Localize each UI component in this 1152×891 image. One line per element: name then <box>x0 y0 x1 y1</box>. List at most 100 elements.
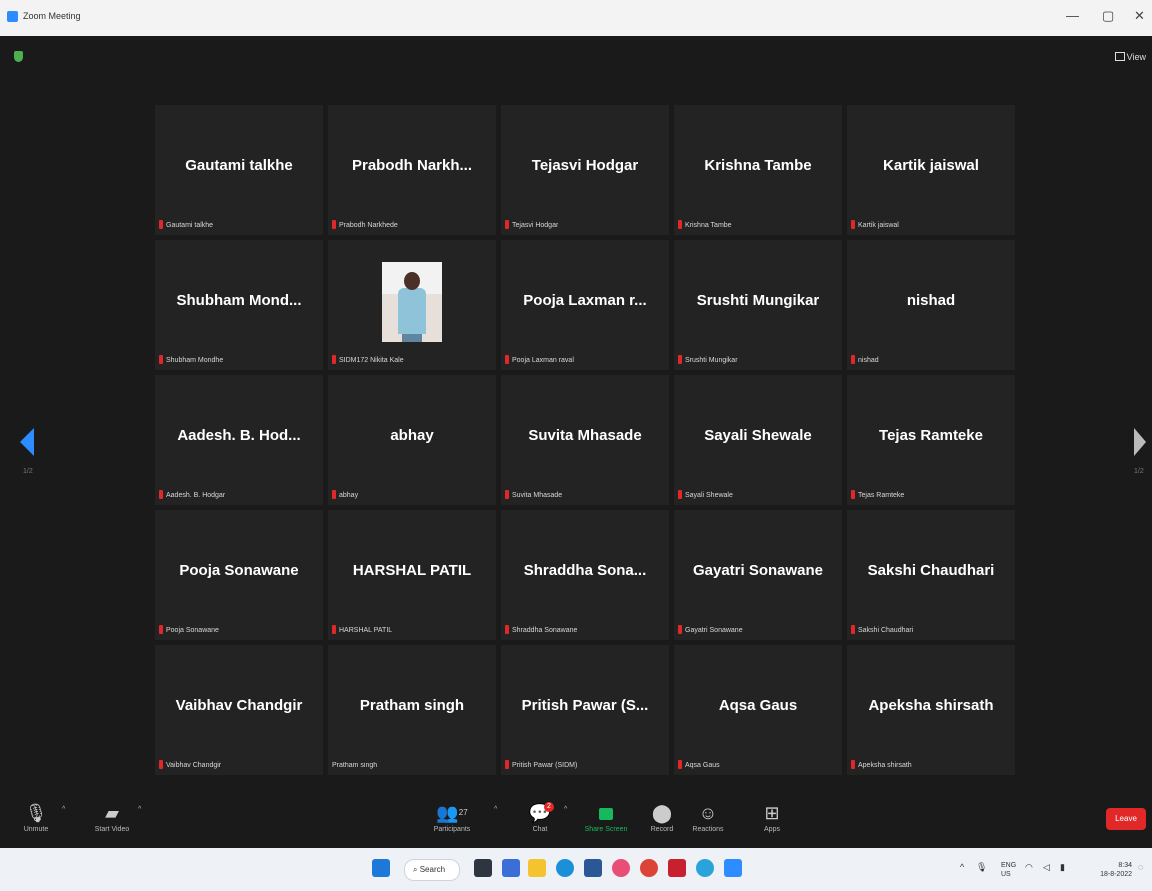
participant-name: Tejasvi Hodgar <box>531 157 639 174</box>
muted-mic-icon <box>332 625 336 634</box>
pdf-reader-icon[interactable] <box>668 859 686 877</box>
file-explorer-icon[interactable] <box>528 859 546 877</box>
participant-tile[interactable]: Suvita Mhasade Suvita Mhasade <box>501 375 669 505</box>
participant-name-tag: Pooja Laxman raval <box>505 355 574 364</box>
participant-tile[interactable]: Shubham Mond... Shubham Mondhe <box>155 240 323 370</box>
close-button[interactable]: ✕ <box>1134 8 1145 24</box>
participant-tile[interactable]: Aadesh. B. Hod... Aadesh. B. Hodgar <box>155 375 323 505</box>
participant-name-tag: Aadesh. B. Hodgar <box>159 490 225 499</box>
chat-app-icon[interactable] <box>696 859 714 877</box>
video-options-chevron-icon[interactable]: ^ <box>138 806 141 813</box>
participant-tile[interactable]: Kartik jaiswal Kartik jaiswal <box>847 105 1015 235</box>
start-video-button[interactable]: ▰ Start Video <box>84 800 140 833</box>
notification-icon[interactable]: ◌ <box>1138 862 1143 872</box>
participant-tag-label: Shubham Mondhe <box>166 357 224 364</box>
participant-tile[interactable]: Gayatri Sonawane Gayatri Sonawane <box>674 510 842 640</box>
participant-name: HARSHAL PATIL <box>352 562 472 579</box>
participant-name: Gayatri Sonawane <box>692 562 824 579</box>
participant-name-tag: nishad <box>851 355 879 364</box>
participant-tile[interactable]: Prabodh Narkh... Prabodh Narkhede <box>328 105 496 235</box>
next-page-arrow-icon[interactable] <box>1134 428 1146 456</box>
wifi-icon[interactable]: ◠ <box>1025 862 1033 873</box>
clock[interactable]: 8:34 18-8-2022 <box>1082 861 1132 879</box>
language-indicator[interactable]: ENG US <box>1001 861 1016 879</box>
title-bar: Zoom Meeting — ▢ ✕ <box>0 0 1152 36</box>
participant-tile[interactable]: abhay abhay <box>328 375 496 505</box>
participant-name: Vaibhav Chandgir <box>175 697 303 714</box>
muted-mic-icon <box>159 220 163 229</box>
region-code: US <box>1001 871 1011 878</box>
muted-mic-icon <box>159 355 163 364</box>
participant-tag-label: nishad <box>858 357 879 364</box>
participant-tile[interactable]: Srushti Mungikar Srushti Mungikar <box>674 240 842 370</box>
participant-tile[interactable]: Apeksha shirsath Apeksha shirsath <box>847 645 1015 775</box>
chat-button[interactable]: 💬 2 Chat <box>512 800 568 833</box>
participant-name-tag: HARSHAL PATIL <box>332 625 392 634</box>
muted-mic-icon <box>505 760 509 769</box>
chrome-icon[interactable] <box>640 859 658 877</box>
participant-tile[interactable]: nishad nishad <box>847 240 1015 370</box>
participant-tile[interactable]: Gautami talkhe Gautami talkhe <box>155 105 323 235</box>
reactions-button[interactable]: ☺ Reactions <box>680 800 736 833</box>
participant-tile[interactable]: Pratham singh Pratham singh <box>328 645 496 775</box>
unmute-button[interactable]: 🎙 Unmute <box>8 800 64 833</box>
chat-chevron-icon[interactable]: ^ <box>564 806 567 813</box>
mic-tray-icon[interactable]: 🎙 <box>976 862 987 873</box>
battery-icon[interactable]: ▮ <box>1060 862 1065 873</box>
participant-name-tag: Apeksha shirsath <box>851 760 912 769</box>
participant-tile[interactable]: Sakshi Chaudhari Sakshi Chaudhari <box>847 510 1015 640</box>
muted-mic-icon <box>851 355 855 364</box>
participant-tile[interactable]: Pritish Pawar (S... Pritish Pawar (SIDM) <box>501 645 669 775</box>
windows-start-icon[interactable] <box>372 859 390 877</box>
participants-icon: 👥 <box>436 803 459 823</box>
media-app-icon[interactable] <box>612 859 630 877</box>
previous-page-arrow-icon[interactable] <box>20 428 34 456</box>
widgets-icon[interactable] <box>502 859 520 877</box>
participant-tile[interactable]: Pooja Sonawane Pooja Sonawane <box>155 510 323 640</box>
participant-tile[interactable]: Tejas Ramteke Tejas Ramteke <box>847 375 1015 505</box>
taskbar-search-box[interactable]: ⌕ Search <box>404 859 460 881</box>
participant-tile[interactable]: Shraddha Sona... Shraddha Sonawane <box>501 510 669 640</box>
participant-name: Prabodh Narkh... <box>351 157 473 174</box>
view-button[interactable]: View <box>1114 52 1146 62</box>
task-view-icon[interactable] <box>474 859 492 877</box>
participant-tile[interactable]: SIDM172 Nikita Kale <box>328 240 496 370</box>
maximize-button[interactable]: ▢ <box>1102 8 1114 24</box>
participant-name: abhay <box>390 427 434 444</box>
apps-icon: ⊞ <box>764 803 780 823</box>
muted-mic-icon <box>851 760 855 769</box>
audio-options-chevron-icon[interactable]: ^ <box>62 806 65 813</box>
participant-tile[interactable]: Krishna Tambe Krishna Tambe <box>674 105 842 235</box>
leave-button[interactable]: Leave <box>1106 808 1146 830</box>
participant-tile[interactable]: Vaibhav Chandgir Vaibhav Chandgir <box>155 645 323 775</box>
participant-name-tag: Shubham Mondhe <box>159 355 223 364</box>
muted-mic-icon <box>678 625 682 634</box>
zoom-taskbar-icon[interactable] <box>724 859 742 877</box>
participant-name: Aadesh. B. Hod... <box>177 427 301 444</box>
participant-tile[interactable]: Tejasvi Hodgar Tejasvi Hodgar <box>501 105 669 235</box>
tray-overflow-chevron-icon[interactable]: ^ <box>960 862 964 872</box>
security-shield-icon[interactable] <box>14 51 23 62</box>
participant-tag-label: Gautami talkhe <box>166 222 214 229</box>
participant-tile[interactable]: HARSHAL PATIL HARSHAL PATIL <box>328 510 496 640</box>
participants-chevron-icon[interactable]: ^ <box>494 806 497 813</box>
zoom-app-icon <box>7 11 18 22</box>
participant-tile[interactable]: Sayali Shewale Sayali Shewale <box>674 375 842 505</box>
participant-tile[interactable]: Aqsa Gaus Aqsa Gaus <box>674 645 842 775</box>
search-icon: ⌕ <box>413 865 420 874</box>
participant-name: Aqsa Gaus <box>718 697 798 714</box>
participants-button[interactable]: 👥27 Participants <box>424 800 480 833</box>
participant-tile[interactable]: Pooja Laxman r... Pooja Laxman raval <box>501 240 669 370</box>
share-screen-button[interactable]: Share Screen <box>578 800 634 833</box>
store-icon[interactable] <box>584 859 602 877</box>
participant-name-tag: Tejas Ramteke <box>851 490 904 499</box>
minimize-button[interactable]: — <box>1066 8 1079 23</box>
edge-browser-icon[interactable] <box>556 859 574 877</box>
participant-video <box>382 262 442 342</box>
language-code: ENG <box>1001 862 1017 869</box>
apps-button[interactable]: ⊞ Apps <box>744 800 800 833</box>
participant-name-tag: Vaibhav Chandgir <box>159 760 221 769</box>
participant-name-tag: Sayali Shewale <box>678 490 733 499</box>
participant-name-tag: Pooja Sonawane <box>159 625 219 634</box>
volume-icon[interactable]: ◁ <box>1043 862 1050 873</box>
